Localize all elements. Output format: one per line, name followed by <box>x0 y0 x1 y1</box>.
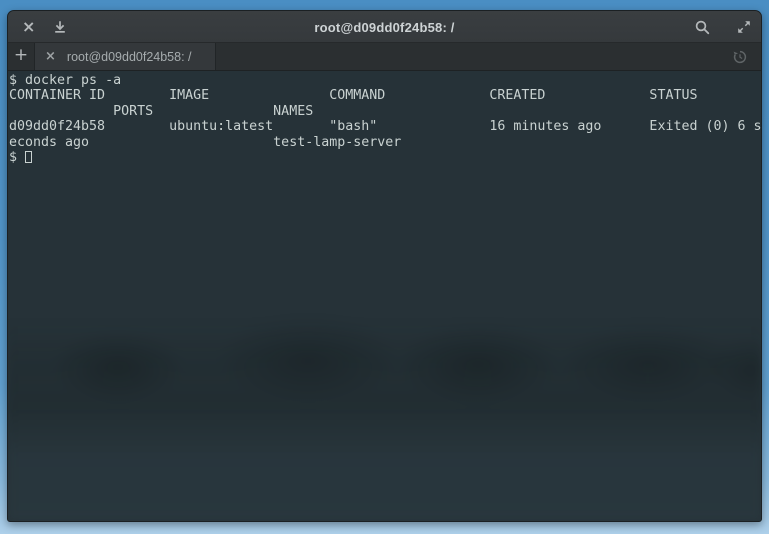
titlebar-right-controls <box>694 11 751 43</box>
terminal-line-row-1: d09dd0f24b58 ubuntu:latest "bash" 16 min… <box>9 119 761 134</box>
desktop: { "titlebar": { "title": "root@d09dd0f24… <box>0 0 769 534</box>
tab-active[interactable]: × root@d09dd0f24b58: / <box>35 43 216 70</box>
terminal-line-command: $ docker ps -a <box>9 73 761 88</box>
window-title: root@d09dd0f24b58: / <box>8 11 761 43</box>
terminal-output: $ docker ps -a CONTAINER ID IMAGE COMMAN… <box>8 71 761 165</box>
prompt-text: $ <box>9 150 25 165</box>
terminal-line-header-2: PORTS NAMES <box>9 104 761 119</box>
titlebar[interactable]: × root@d09dd0f24b58: / <box>8 11 761 43</box>
history-sync-icon[interactable] <box>732 43 748 70</box>
terminal-prompt-line: $ <box>9 150 761 165</box>
terminal-line-header-1: CONTAINER ID IMAGE COMMAND CREATED STATU… <box>9 88 761 103</box>
tab-close-icon[interactable]: × <box>43 50 58 63</box>
fullscreen-icon[interactable] <box>737 20 751 34</box>
terminal-window: × root@d09dd0f24b58: / <box>7 10 762 522</box>
new-tab-button[interactable]: + <box>8 43 35 70</box>
terminal-cursor <box>25 151 32 163</box>
tabbar-spacer <box>216 43 732 70</box>
tab-label: root@d09dd0f24b58: / <box>67 50 192 64</box>
terminal-screen[interactable]: $ docker ps -a CONTAINER ID IMAGE COMMAN… <box>8 71 761 521</box>
search-icon[interactable] <box>694 19 711 36</box>
terminal-line-row-2: econds ago test-lamp-server <box>9 135 761 150</box>
add-terminal-down-icon[interactable] <box>53 20 67 34</box>
close-window-button[interactable]: × <box>20 17 37 37</box>
tab-bar: + × root@d09dd0f24b58: / <box>8 43 761 71</box>
titlebar-left-controls: × <box>20 11 67 43</box>
